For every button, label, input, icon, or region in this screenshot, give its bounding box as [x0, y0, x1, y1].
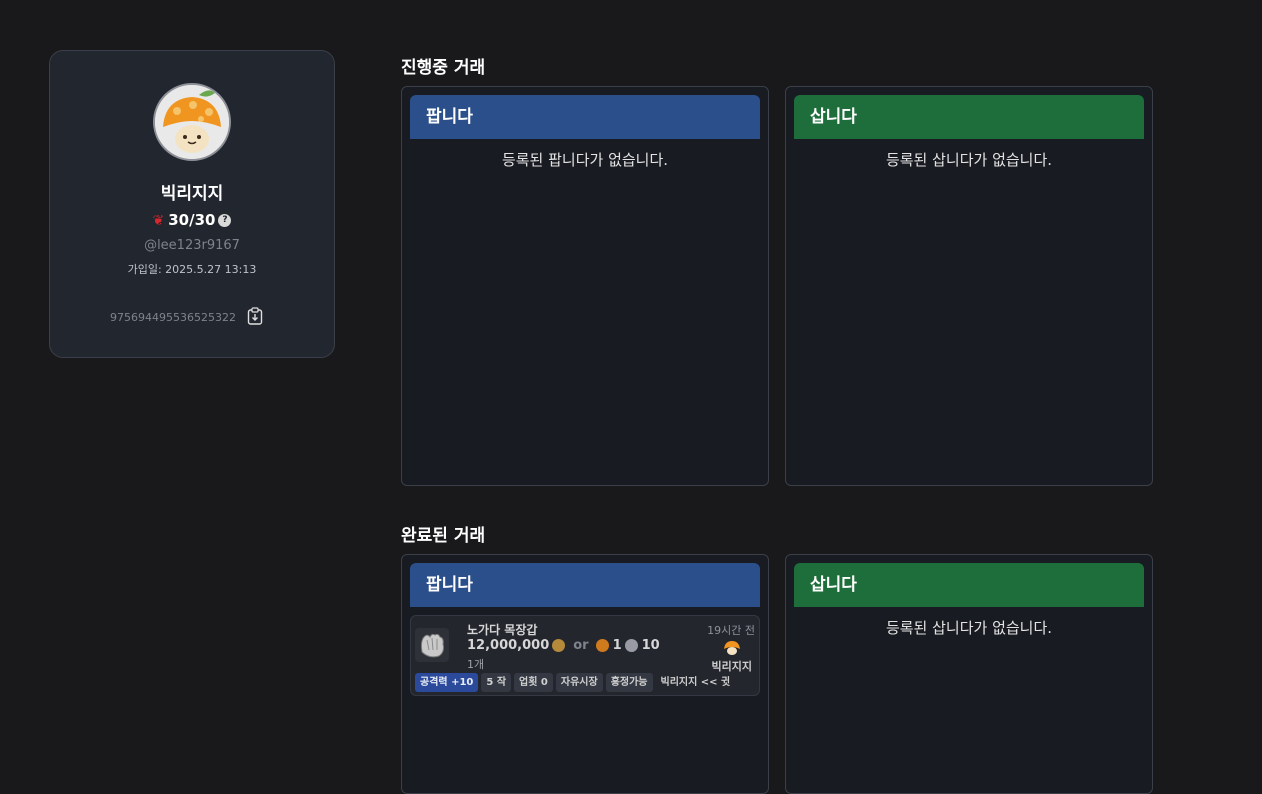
ongoing-trades-title: 진행중 거래	[401, 58, 486, 78]
item-quantity: 1개	[467, 658, 485, 671]
avatar	[153, 83, 231, 161]
coin-icon	[624, 639, 638, 652]
maple-point-icon	[595, 639, 609, 652]
help-icon[interactable]: ?	[218, 214, 232, 227]
seller-avatar-icon	[724, 641, 740, 655]
mushroom-avatar-icon	[155, 85, 229, 159]
completed-sell-panel: 팝니다 노가다 목장갑 12,000,000 or 1 10 1개 19시간 전 빅리…	[401, 554, 769, 794]
completed-buy-header: 삽니다	[794, 563, 1144, 607]
tag-negotiable: 흥정가능	[605, 673, 653, 692]
tag-upgrade: 5 작	[481, 673, 512, 692]
completed-buy-panel: 삽니다 등록된 삽니다가 없습니다.	[785, 554, 1153, 794]
tag-market: 자유시장	[555, 673, 603, 692]
glove-icon	[415, 628, 449, 662]
seller-name[interactable]: 빅리지지	[712, 658, 752, 674]
item-name: 노가다 목장갑	[467, 623, 538, 637]
trade-item[interactable]: 노가다 목장갑 12,000,000 or 1 10 1개 19시간 전 빅리지지 공…	[410, 615, 760, 696]
tag-whisper[interactable]: 빅리지지 << 귓	[656, 673, 736, 692]
join-date: 가입일: 2025.5.27 13:13	[127, 263, 257, 276]
meso-bag-icon	[552, 639, 566, 652]
completed-buy-empty: 등록된 삽니다가 없습니다.	[885, 619, 1053, 637]
item-time: 19시간 전	[707, 624, 755, 637]
copy-icon[interactable]	[247, 307, 263, 325]
tag-attack: 공격력 +10	[415, 673, 479, 692]
rating: ❦ 30/30?	[50, 211, 334, 229]
price-meso: 12,000,000	[467, 638, 550, 653]
ongoing-sell-header: 팝니다	[410, 95, 760, 139]
user-handle: @lee123r9167	[144, 238, 240, 253]
profile-card: 빅리지지 ❦ 30/30? @lee123r9167 가입일: 2025.5.27…	[49, 50, 335, 358]
completed-trades-title: 완료된 거래	[401, 526, 486, 546]
price-alt-2: 10	[641, 638, 660, 653]
price-or: or	[573, 638, 589, 653]
ongoing-buy-empty: 등록된 삽니다가 없습니다.	[885, 151, 1053, 169]
completed-sell-header: 팝니다	[410, 563, 760, 607]
ongoing-buy-panel: 삽니다 등록된 삽니다가 없습니다.	[785, 86, 1153, 486]
username: 빅리지지	[160, 184, 224, 204]
price-alt-1: 1	[612, 638, 622, 653]
rating-value: 30/30	[168, 211, 216, 229]
ongoing-sell-panel: 팝니다 등록된 팝니다가 없습니다.	[401, 86, 769, 486]
ongoing-sell-empty: 등록된 팝니다가 없습니다.	[501, 151, 669, 169]
maple-leaf-icon: ❦	[152, 213, 165, 229]
ongoing-buy-header: 삽니다	[794, 95, 1144, 139]
item-price: 12,000,000 or 1 10	[467, 638, 660, 653]
item-tags: 공격력 +10 5 작 업횟 0 자유시장 흥정가능 빅리지지 << 귓	[415, 673, 735, 692]
tag-slots: 업횟 0	[514, 673, 553, 692]
discord-id: 975694495536525322	[110, 311, 236, 324]
